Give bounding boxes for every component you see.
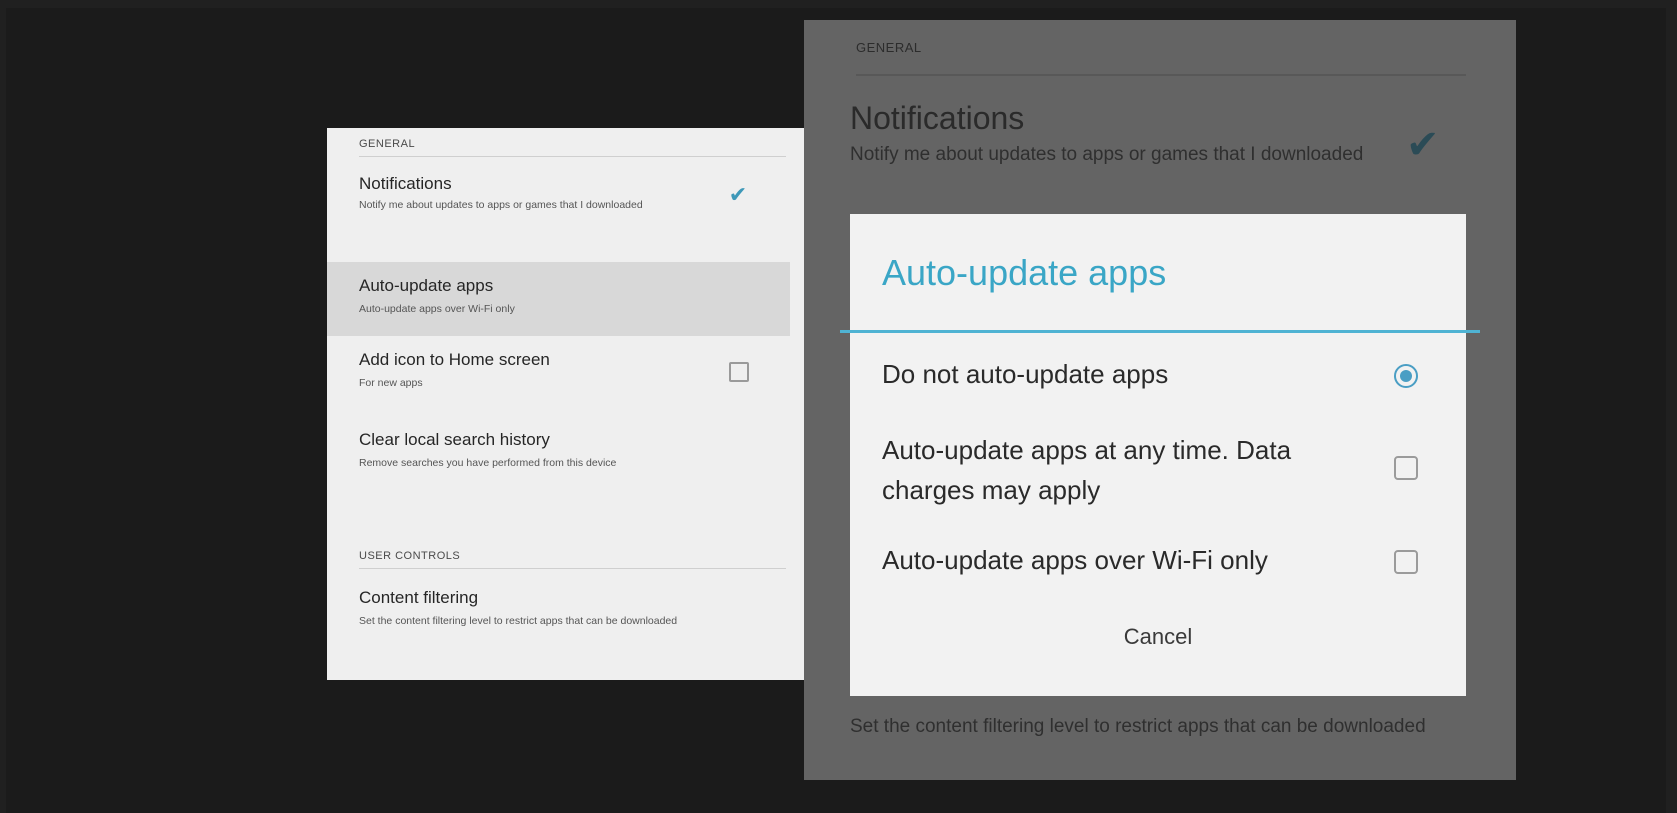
radio-unselected-icon[interactable] <box>1394 550 1418 574</box>
option-auto-update-any-time[interactable]: Auto-update apps at any time. Data charg… <box>850 434 1466 518</box>
setting-title: Notifications <box>850 100 1025 136</box>
cancel-button[interactable]: Cancel <box>850 624 1466 650</box>
divider <box>359 156 786 157</box>
setting-title: Notifications <box>359 174 452 193</box>
setting-subtitle: Auto-update apps over Wi-Fi only <box>359 303 515 315</box>
setting-title: Content filtering <box>359 588 479 607</box>
radio-unselected-icon[interactable] <box>1394 456 1418 480</box>
setting-auto-update-apps[interactable]: Auto-update apps Auto-update apps over W… <box>327 262 790 336</box>
setting-subtitle: Set the content filtering level to restr… <box>850 716 1426 737</box>
notifications-checkbox[interactable]: ✔ <box>727 184 749 206</box>
check-icon: ✔ <box>1406 123 1440 167</box>
setting-subtitle: Notify me about updates to apps or games… <box>850 144 1364 165</box>
setting-clear-search-history[interactable]: Clear local search history Remove search… <box>327 418 790 494</box>
setting-add-icon-home-screen[interactable]: Add icon to Home screen For new apps <box>327 338 790 414</box>
dialog-title-divider <box>840 330 1480 333</box>
dialog-title: Auto-update apps <box>882 252 1167 293</box>
check-icon: ✔ <box>728 182 748 207</box>
setting-title: Auto-update apps <box>359 276 494 295</box>
option-label: Auto-update apps over Wi-Fi only <box>882 545 1268 575</box>
setting-notifications[interactable]: Notifications Notify me about updates to… <box>327 164 790 240</box>
setting-subtitle: Set the content filtering level to restr… <box>359 615 678 627</box>
section-header-general: GENERAL <box>856 40 922 55</box>
option-label: Do not auto-update apps <box>882 359 1169 389</box>
divider <box>856 74 1466 76</box>
setting-subtitle: For new apps <box>359 377 423 389</box>
radio-selected-icon[interactable] <box>1394 364 1418 388</box>
option-do-not-auto-update[interactable]: Do not auto-update apps <box>850 350 1466 400</box>
settings-panel-left: GENERAL Notifications Notify me about up… <box>327 128 804 680</box>
auto-update-dialog: Auto-update apps Do not auto-update apps… <box>840 214 1480 696</box>
option-auto-update-wifi-only[interactable]: Auto-update apps over Wi-Fi only <box>850 540 1466 590</box>
section-header-general: GENERAL <box>359 138 416 150</box>
setting-title: Clear local search history <box>359 430 550 449</box>
setting-subtitle: Notify me about updates to apps or games… <box>359 199 643 211</box>
divider <box>359 568 786 569</box>
setting-content-filtering[interactable]: Content filtering Set the content filter… <box>327 574 790 664</box>
section-header-user-controls: USER CONTROLS <box>359 550 461 562</box>
setting-subtitle: Remove searches you have performed from … <box>359 457 617 469</box>
setting-title: Add icon to Home screen <box>359 350 550 369</box>
add-icon-checkbox[interactable] <box>729 362 749 382</box>
option-label: Auto-update apps at any time. Data charg… <box>882 435 1292 505</box>
